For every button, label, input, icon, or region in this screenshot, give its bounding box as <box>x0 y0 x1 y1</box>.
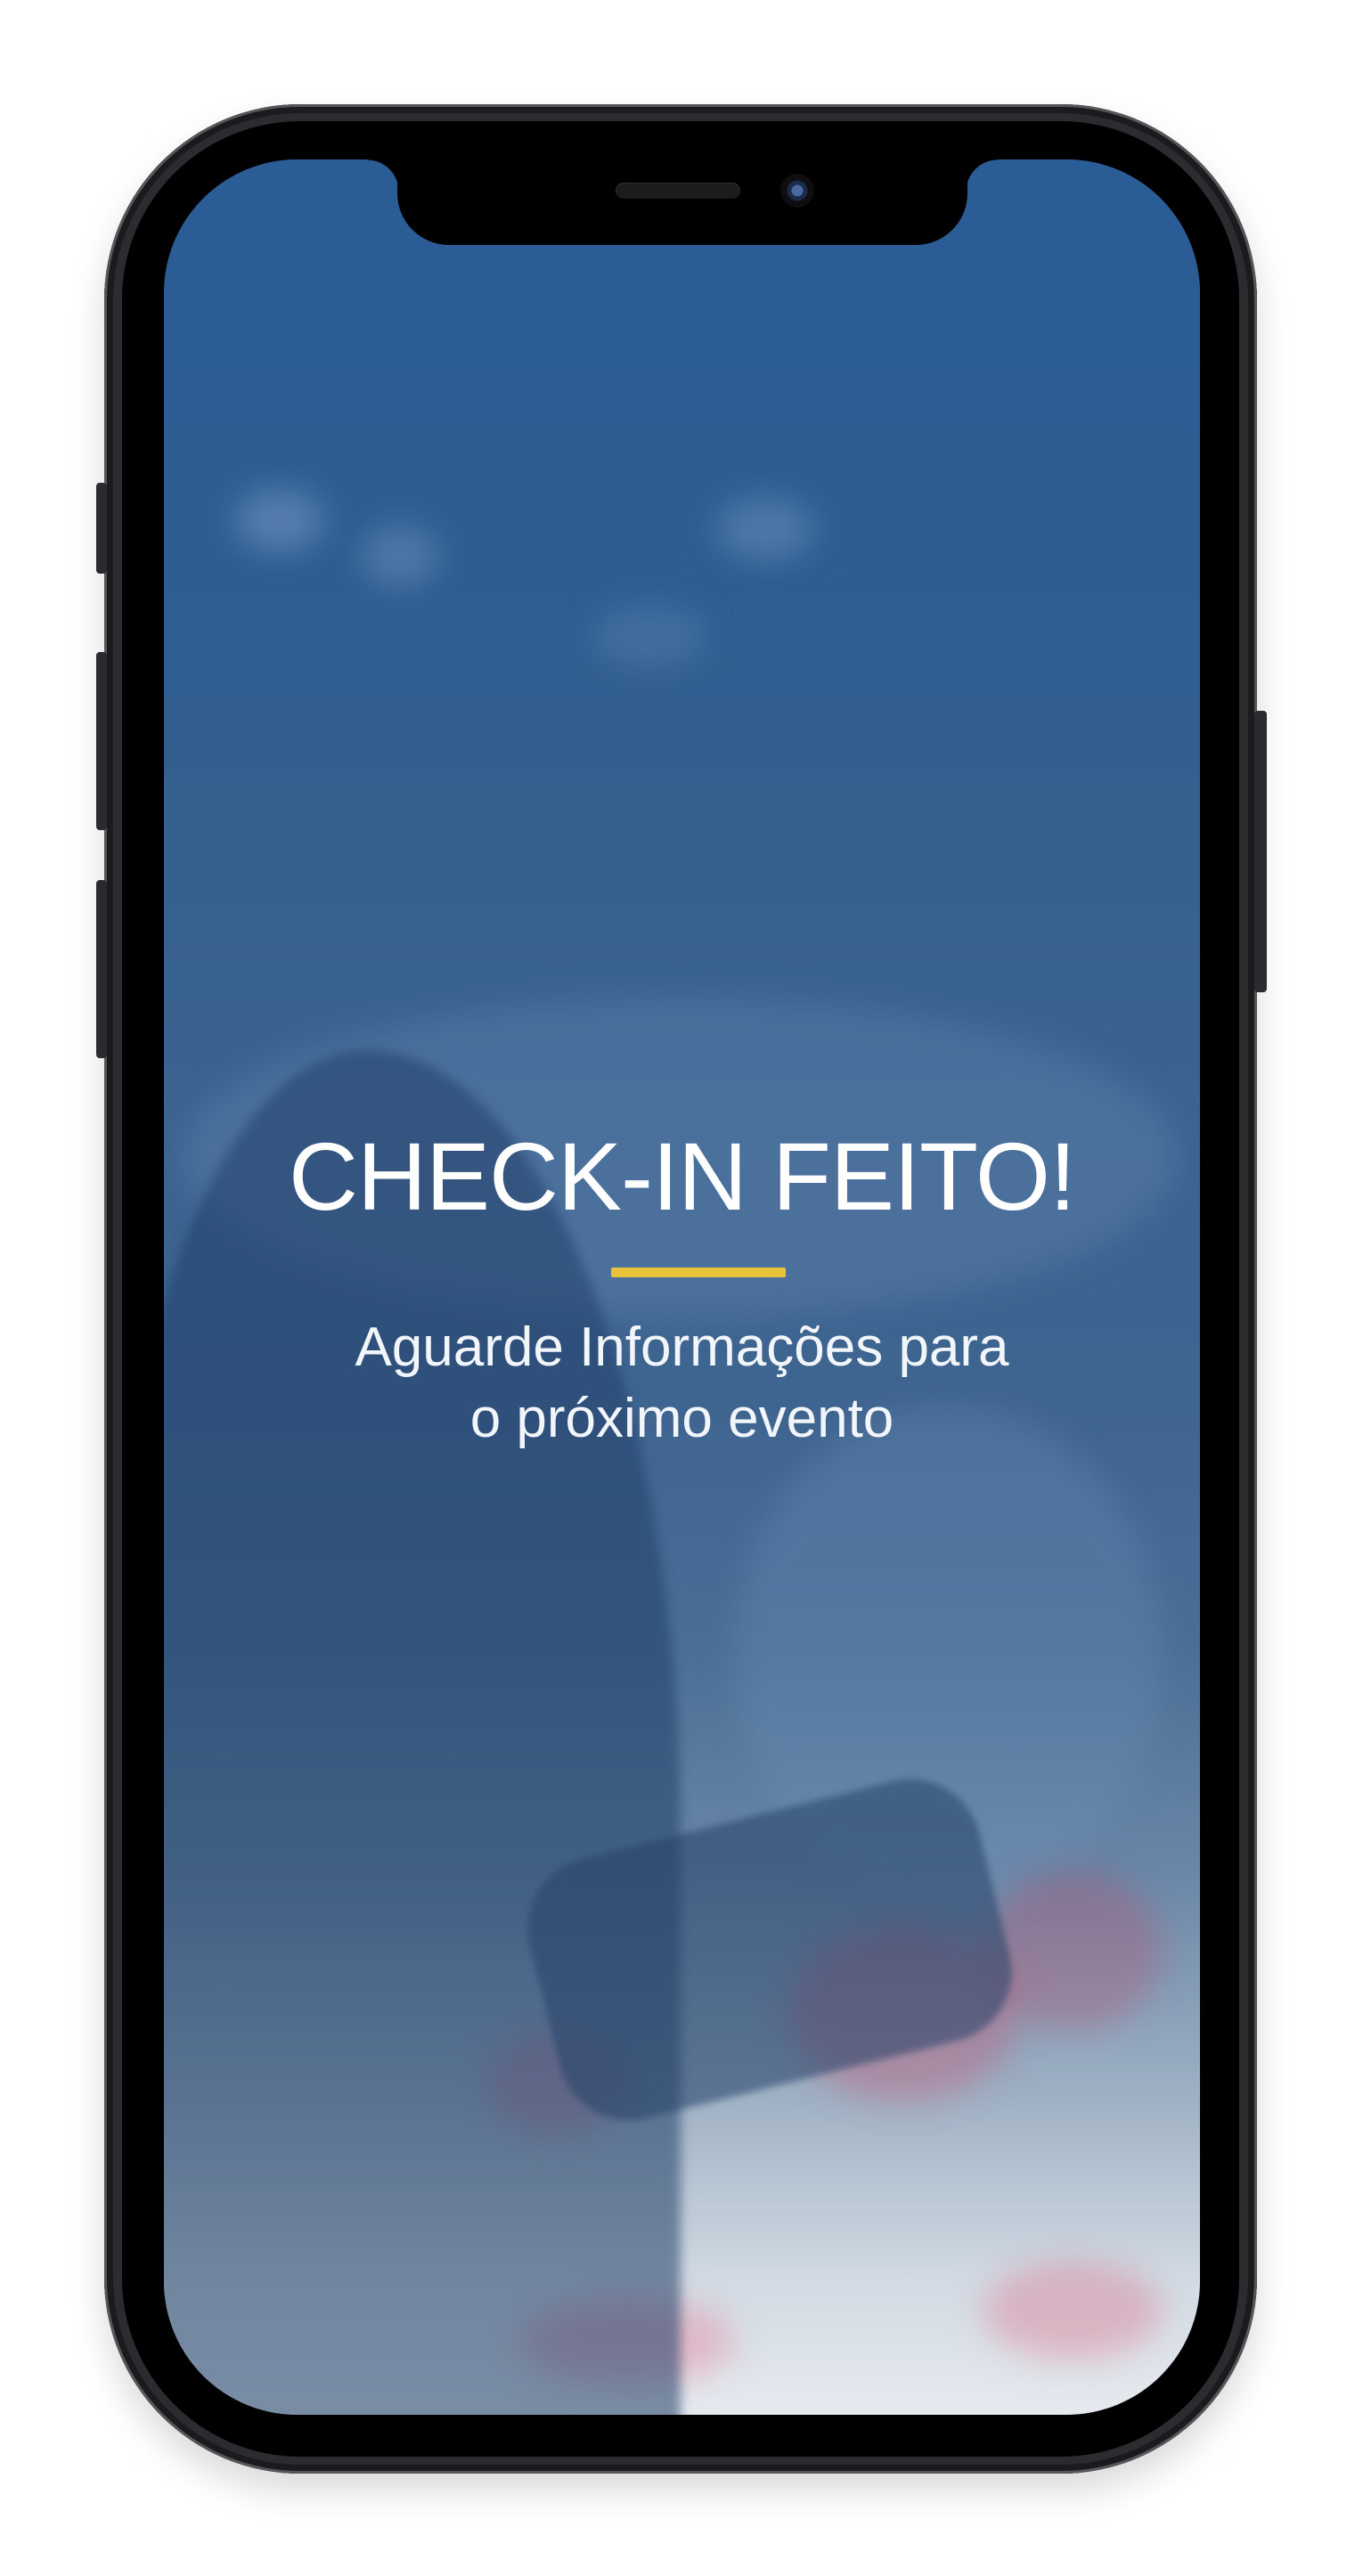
subtitle-line-1: Aguarde Informações para <box>355 1317 1009 1378</box>
subtitle-line-2: o próximo evento <box>469 1388 894 1449</box>
front-camera <box>780 174 814 208</box>
checkin-confirmation: CHECK-IN FEITO! Aguarde Informações para… <box>164 159 1200 2415</box>
checkin-title: CHECK-IN FEITO! <box>288 1122 1076 1230</box>
notch-corner-right <box>966 159 998 192</box>
title-divider <box>611 1268 786 1277</box>
notch <box>397 159 967 245</box>
mute-switch <box>96 483 107 574</box>
volume-down-button <box>96 880 107 1058</box>
notch-corner-left <box>367 159 399 192</box>
app-screen: CHECK-IN FEITO! Aguarde Informações para… <box>164 159 1200 2415</box>
page: CHECK-IN FEITO! Aguarde Informações para… <box>0 0 1363 2576</box>
volume-up-button <box>96 652 107 830</box>
checkin-subtitle: Aguarde Informações para o próximo event… <box>235 1312 1129 1455</box>
earpiece-speaker <box>616 183 740 199</box>
power-button <box>1254 711 1267 992</box>
